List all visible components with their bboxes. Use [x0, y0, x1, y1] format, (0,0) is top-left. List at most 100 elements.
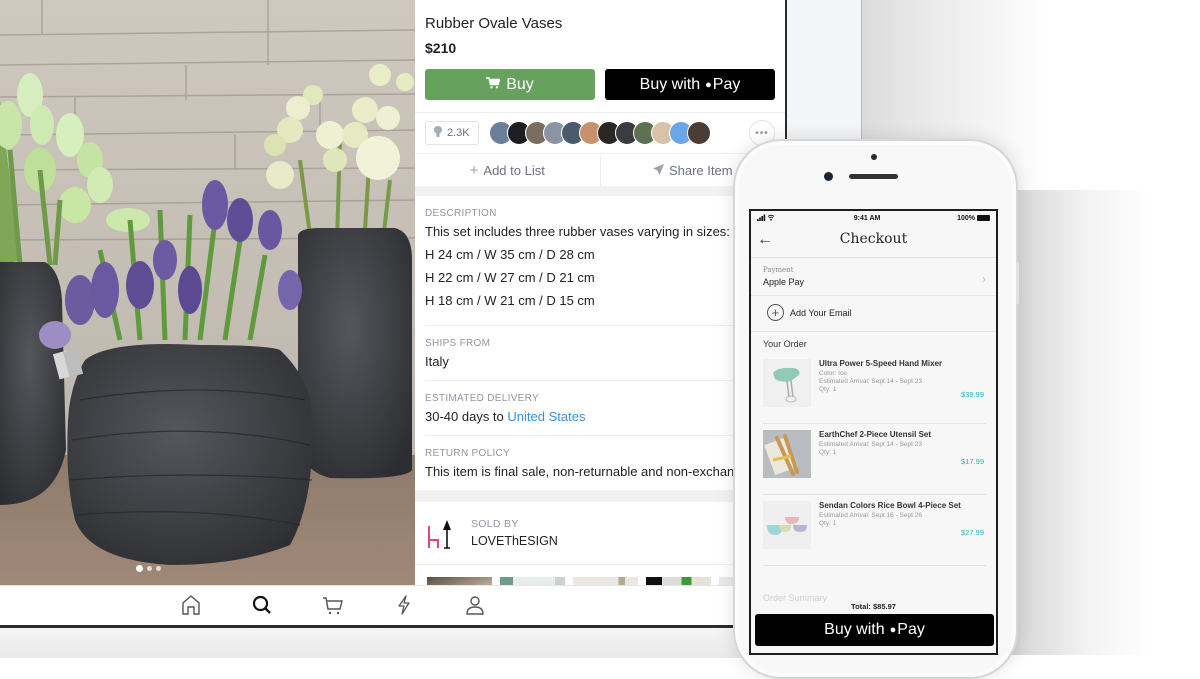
- battery-icon: [977, 214, 990, 221]
- add-email-row[interactable]: + Add Your Email: [751, 296, 996, 332]
- apple-pay-prefix: Buy with: [639, 75, 701, 93]
- order-item[interactable]: Sendan Colors Rice Bowl 4-Piece Set Esti…: [763, 495, 986, 566]
- checkout-nav-bar: ← Checkout: [751, 225, 996, 258]
- item-price: $17.99: [961, 457, 984, 466]
- liker-avatars[interactable]: [488, 121, 711, 145]
- profile-icon[interactable]: [464, 594, 486, 616]
- your-order-heading: Your Order: [763, 339, 807, 349]
- description-line: H 24 cm / W 35 cm / D 28 cm: [425, 247, 595, 262]
- like-count: 2.3K: [447, 127, 470, 139]
- product-price: $210: [425, 40, 457, 56]
- product-title: Rubber Ovale Vases: [425, 15, 563, 32]
- phone-buy-with-apple-pay-button[interactable]: Buy with ● Pay: [755, 614, 994, 646]
- tablet-bezel: [785, 0, 861, 140]
- tablet-screen: Rubber Ovale Vases $210 Buy Buy with ● P…: [0, 0, 785, 625]
- status-bar: 9:41 AM 100%: [751, 211, 996, 225]
- home-icon[interactable]: [180, 594, 202, 616]
- photo-pagination[interactable]: [136, 565, 161, 572]
- chevron-right-icon: ›: [982, 272, 986, 286]
- order-total: Total: $85.97: [851, 602, 896, 611]
- product-header-card: Rubber Ovale Vases $210 Buy Buy with ● P…: [415, 0, 785, 186]
- product-detail-panel: Rubber Ovale Vases $210 Buy Buy with ● P…: [415, 0, 785, 585]
- plus-circle-icon: +: [767, 304, 784, 321]
- cart-icon[interactable]: [322, 594, 344, 616]
- description-line: H 22 cm / W 27 cm / D 21 cm: [425, 270, 595, 285]
- phone-screen: 9:41 AM 100% ← Checkout Payment Apple Pa…: [749, 209, 998, 655]
- seller-item-thumbnail[interactable]: [646, 577, 711, 585]
- item-arrival: Estimated Arrival: Sept 14 - Sept 23: [819, 378, 922, 385]
- thumbs-up-icon: [434, 126, 442, 140]
- ships-from-value: Italy: [425, 354, 449, 369]
- pagination-dot-active[interactable]: [136, 565, 143, 572]
- lightning-icon[interactable]: [393, 594, 415, 616]
- apple-pay-suffix: Pay: [897, 621, 925, 638]
- like-button[interactable]: 2.3K: [425, 121, 479, 145]
- seller-name: LOVEThESIGN: [471, 533, 558, 548]
- seller-item-thumbnail[interactable]: [500, 577, 565, 585]
- item-price: $27.99: [961, 528, 984, 537]
- order-item[interactable]: Ultra Power 5-Speed Hand Mixer Color: Ic…: [763, 353, 986, 424]
- item-qty: Qty: 1: [819, 520, 837, 527]
- order-item[interactable]: EarthChef 2-Piece Utensil Set Estimated …: [763, 424, 986, 495]
- pagination-dot[interactable]: [156, 566, 161, 571]
- avatar[interactable]: [686, 121, 711, 145]
- seller-items-strip: [415, 565, 785, 585]
- phone-side-button: [1016, 262, 1019, 304]
- add-email-label: Add Your Email: [790, 307, 852, 318]
- item-arrival: Estimated Arrival: Sept 14 - Sept 23: [819, 441, 922, 448]
- plus-icon: +: [469, 161, 479, 179]
- add-to-list-label: Add to List: [483, 162, 545, 178]
- seller-row[interactable]: SOLD BY LOVEThESIGN: [415, 502, 785, 565]
- return-policy-section: RETURN POLICY This item is final sale, n…: [425, 436, 775, 490]
- send-icon: [652, 163, 664, 178]
- item-color: Color: Ice: [819, 370, 847, 377]
- seller-logo-icon: [428, 520, 451, 549]
- seller-item-thumbnail[interactable]: [573, 577, 638, 585]
- buy-button[interactable]: Buy: [425, 69, 595, 100]
- payment-label: Payment: [763, 266, 794, 274]
- item-qty: Qty: 1: [819, 386, 837, 393]
- background-shadow: [1010, 190, 1150, 655]
- signal-wifi-icon: [757, 214, 777, 223]
- tablet-bezel: [0, 625, 859, 658]
- tab-bar: [0, 585, 785, 625]
- checkout-title: Checkout: [839, 231, 908, 247]
- payment-value: Apple Pay: [763, 277, 805, 287]
- social-row: 2.3K •••: [415, 112, 785, 153]
- sold-by-label: SOLD BY: [471, 517, 519, 530]
- destination-country-link[interactable]: United States: [507, 409, 585, 424]
- section-label: RETURN POLICY: [425, 448, 511, 459]
- apple-pay-suffix: Pay: [712, 75, 741, 93]
- search-icon[interactable]: [251, 594, 273, 616]
- product-actions: + Add to List Share Item: [415, 153, 785, 186]
- product-details: DESCRIPTION This set includes three rubb…: [415, 196, 785, 490]
- item-name: EarthChef 2-Piece Utensil Set: [819, 430, 932, 439]
- status-time: 9:41 AM: [853, 214, 881, 222]
- section-label: DESCRIPTION: [425, 208, 497, 219]
- back-arrow-icon[interactable]: ←: [757, 231, 773, 249]
- return-policy-value: This item is final sale, non-returnable …: [425, 464, 742, 479]
- description-line: H 18 cm / W 21 cm / D 15 cm: [425, 293, 595, 308]
- pagination-dot[interactable]: [147, 566, 152, 571]
- item-arrival: Estimated Arrival: Sept 16 - Sept 26: [819, 512, 922, 519]
- front-camera: [824, 172, 833, 181]
- seller-item-thumbnail[interactable]: [427, 577, 492, 585]
- ships-from-section: SHIPS FROM Italy: [425, 326, 775, 381]
- item-name: Ultra Power 5-Speed Hand Mixer: [819, 359, 943, 368]
- hand-mixer-image: [763, 359, 811, 407]
- utensil-set-image: [763, 430, 811, 478]
- product-photo[interactable]: [0, 0, 415, 585]
- rice-bowl-set-image: [763, 501, 811, 549]
- apple-pay-prefix: Buy with: [824, 621, 885, 638]
- share-item-label: Share Item: [668, 162, 733, 178]
- buy-with-apple-pay-button[interactable]: Buy with ● Pay: [605, 69, 775, 100]
- delivery-text: 30-40 days to: [425, 409, 504, 424]
- apple-logo-icon: ●: [889, 624, 897, 636]
- item-qty: Qty: 1: [819, 449, 837, 456]
- add-to-list-button[interactable]: + Add to List: [415, 154, 600, 186]
- section-label: ESTIMATED DELIVERY: [425, 393, 539, 404]
- description-section: DESCRIPTION This set includes three rubb…: [425, 196, 775, 326]
- proximity-sensor: [871, 154, 877, 160]
- battery-percent: 100%: [957, 214, 975, 222]
- payment-row[interactable]: Payment Apple Pay ›: [751, 258, 996, 296]
